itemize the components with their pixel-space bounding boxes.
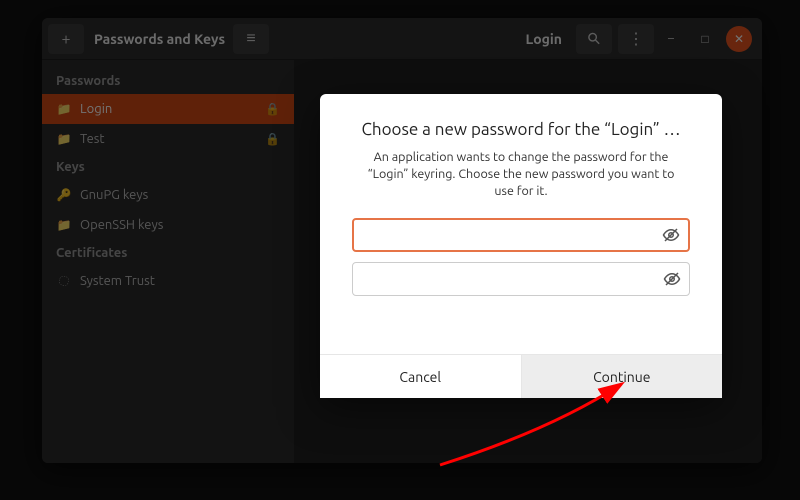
kebab-menu-button[interactable]: ⋮ [618, 24, 654, 54]
folder-icon: 📁 [56, 102, 72, 116]
sidebar-section-label: Keys [42, 154, 294, 180]
plus-icon: + [61, 30, 70, 48]
dialog-description: An application wants to change the passw… [350, 149, 692, 200]
sidebar-section-label: Passwords [42, 68, 294, 94]
dialog-title: Choose a new password for the “Login” … [350, 120, 692, 139]
toggle-visibility-button-1[interactable] [654, 226, 688, 244]
sidebar: Passwords 📁 Login 🔒 📁 Test 🔒 Keys 🔑 GnuPG keys 📁 Op… [42, 60, 294, 463]
lock-icon: 🔒 [265, 132, 280, 146]
new-password-field[interactable] [352, 218, 690, 252]
minimize-icon: – [668, 32, 674, 45]
sidebar-item-label: Login [80, 102, 112, 116]
eye-off-icon [662, 226, 680, 244]
new-password-input[interactable] [354, 220, 654, 250]
close-window-button[interactable]: ✕ [726, 26, 752, 52]
breadcrumb: Login [526, 31, 562, 47]
maximize-icon: □ [701, 32, 708, 46]
confirm-password-input[interactable] [353, 263, 655, 295]
sidebar-item-label: System Trust [80, 274, 155, 288]
cancel-button[interactable]: Cancel [320, 355, 521, 398]
folder-icon: 📁 [56, 218, 72, 232]
toggle-visibility-button-2[interactable] [655, 270, 689, 288]
hamburger-button[interactable]: ≡ [233, 24, 269, 54]
sidebar-item-test[interactable]: 📁 Test 🔒 [42, 124, 294, 154]
search-icon: ⚲ [583, 28, 605, 50]
continue-button[interactable]: Continue [521, 355, 723, 398]
sidebar-item-label: GnuPG keys [80, 188, 148, 202]
sidebar-item-label: Test [80, 132, 105, 146]
sidebar-section-label: Certificates [42, 240, 294, 266]
add-button[interactable]: + [48, 24, 84, 54]
gnupg-icon: 🔑 [56, 188, 72, 202]
confirm-password-field[interactable] [352, 262, 690, 296]
sidebar-item-gnupg-keys[interactable]: 🔑 GnuPG keys [42, 180, 294, 210]
maximize-button[interactable]: □ [692, 26, 718, 52]
sidebar-item-system-trust[interactable]: ◌ System Trust [42, 266, 294, 296]
sidebar-item-label: OpenSSH keys [80, 218, 163, 232]
sidebar-item-login[interactable]: 📁 Login 🔒 [42, 94, 294, 124]
eye-off-icon [663, 270, 681, 288]
search-button[interactable]: ⚲ [576, 24, 612, 54]
hamburger-icon: ≡ [246, 29, 255, 48]
minimize-button[interactable]: – [658, 26, 684, 52]
dialog-button-row: Cancel Continue [320, 354, 722, 398]
sidebar-item-openssh-keys[interactable]: 📁 OpenSSH keys [42, 210, 294, 240]
titlebar: + Passwords and Keys ≡ Login ⚲ ⋮ – □ ✕ [42, 18, 762, 60]
lock-icon: 🔒 [265, 102, 280, 116]
close-icon: ✕ [734, 32, 744, 46]
kebab-icon: ⋮ [628, 29, 644, 48]
window-title: Passwords and Keys [94, 31, 225, 47]
change-password-dialog: Choose a new password for the “Login” … … [320, 94, 722, 398]
folder-icon: 📁 [56, 132, 72, 146]
cog-icon: ◌ [56, 275, 72, 288]
